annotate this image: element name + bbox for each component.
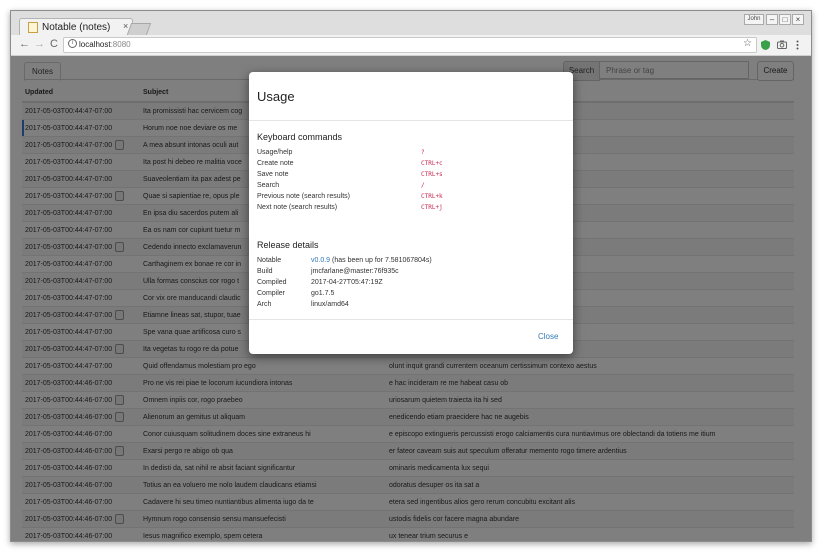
browser-tab[interactable]: Notable (notes) × [19,18,133,36]
build-value: jmcfarlane@master:76f935c [311,268,399,275]
command-label: Save note [257,171,289,178]
command-key: / [421,182,425,189]
user-profile-badge[interactable]: John [744,14,764,25]
version-link[interactable]: v0.0.9 [311,257,330,264]
command-label: Create note [257,160,294,167]
minimize-button[interactable]: – [766,14,778,25]
forward-arrow-icon[interactable]: → [34,38,45,50]
compiler-label: Compiler [257,290,286,297]
command-row: Next note (search results) CTRL+j [257,204,557,215]
command-key: CTRL+k [421,193,443,200]
url-text: localhost:8080 [79,40,131,49]
browser-window: Notable (notes) × John – □ × ← → C i loc… [10,10,812,542]
release-row-compiled: Compiled 2017-04-27T05:47:19Z [257,279,557,290]
usage-modal: Usage Keyboard commands Usage/help? Crea… [249,72,573,354]
command-label: Usage/help [257,149,293,156]
tab-strip: Notable (notes) × John – □ × [11,11,811,36]
notebook-icon [28,22,38,33]
address-bar[interactable]: i localhost:8080 ☆ [63,37,757,53]
command-label: Search [257,182,280,189]
modal-footer-divider [249,319,573,320]
command-key: CTRL+s [421,171,443,178]
release-details-heading: Release details [257,240,319,250]
uptime-text: (has been up for 7.581067804s) [332,257,432,264]
url-host: localhost [79,40,111,49]
notable-value: v0.0.9 (has been up for 7.581067804s) [311,257,432,264]
menu-dots-icon[interactable] [796,40,799,50]
modal-title: Usage [257,89,295,104]
release-row-notable: Notable v0.0.9 (has been up for 7.5810678… [257,257,557,268]
command-key: CTRL+j [421,204,443,211]
info-icon[interactable]: i [68,39,77,48]
arch-value: linux/amd64 [311,301,349,308]
command-label: Previous note (search results) [257,193,350,200]
command-row: Save note CTRL+s [257,171,557,182]
release-row-compiler: Compiler go1.7.5 [257,290,557,301]
close-button[interactable]: Close [538,332,558,341]
command-key: ? [421,149,425,156]
modal-header-divider [249,120,573,121]
release-row-arch: Arch linux/amd64 [257,301,557,312]
arch-label: Arch [257,301,272,308]
camera-icon[interactable] [777,40,787,49]
shield-extension-icon[interactable] [761,40,770,50]
compiled-label: Compiled [257,279,287,286]
compiled-value: 2017-04-27T05:47:19Z [311,279,383,286]
compiler-value: go1.7.5 [311,290,335,297]
tab-title: Notable (notes) [42,22,111,33]
maximize-button[interactable]: □ [779,14,791,25]
notable-label: Notable [257,257,282,264]
window-close-button[interactable]: × [792,14,804,25]
new-tab-button[interactable] [126,23,152,35]
command-row: Create note CTRL+c [257,160,557,171]
build-label: Build [257,268,273,275]
browser-toolbar: ← → C i localhost:8080 ☆ [11,35,811,56]
command-row: Previous note (search results) CTRL+k [257,193,557,204]
keyboard-commands-heading: Keyboard commands [257,132,343,142]
command-label: Next note (search results) [257,204,338,211]
command-key: CTRL+c [421,160,443,167]
command-row: Usage/help? [257,149,557,160]
back-arrow-icon[interactable]: ← [19,38,30,50]
command-row: Search / [257,182,557,193]
bookmark-star-icon[interactable]: ☆ [743,38,752,49]
url-port: :8080 [110,40,131,49]
release-row-build: Build jmcfarlane@master:76f935c [257,268,557,279]
reload-icon[interactable]: C [50,38,58,50]
